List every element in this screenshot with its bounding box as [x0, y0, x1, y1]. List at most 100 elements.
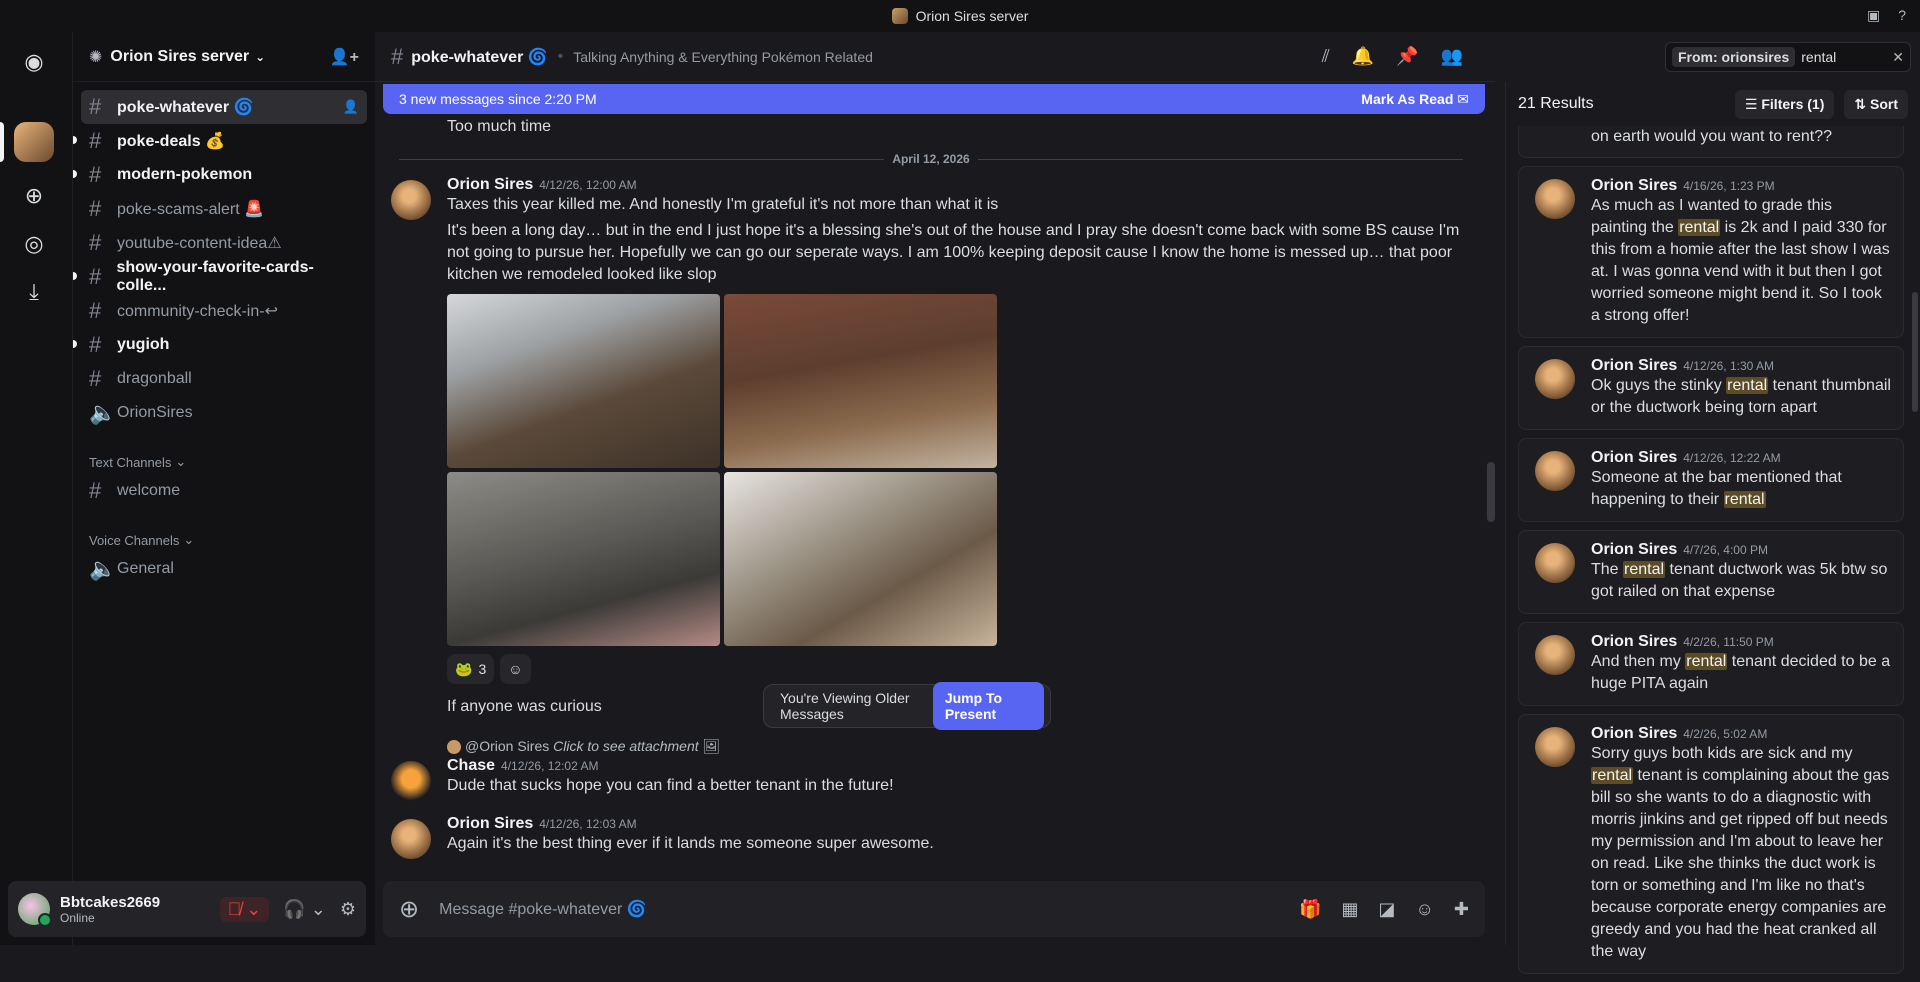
reply-reference[interactable]: @Orion Sires Click to see attachment 🖼: [447, 738, 1471, 755]
mute-mic-button[interactable]: 🎙̸ ⌄: [220, 897, 270, 922]
message-timestamp: 4/12/26, 12:02 AM: [501, 759, 598, 773]
avatar[interactable]: [391, 819, 431, 859]
add-reaction-button[interactable]: ☺: [500, 654, 530, 684]
result-text: Sorry guys both kids are sick and my ren…: [1591, 743, 1891, 963]
gift-icon[interactable]: 🎁: [1299, 899, 1321, 920]
channel-modern-pokemon[interactable]: #modern-pokemon: [81, 158, 367, 192]
add-member-icon[interactable]: 👤: [343, 99, 359, 115]
result-partial[interactable]: on earth would you want to rent??: [1518, 126, 1904, 158]
photo-boxes-room[interactable]: [724, 472, 997, 646]
channel-poke-deals[interactable]: #poke-deals 💰: [81, 124, 367, 158]
headphones-button[interactable]: 🎧 ⌄: [283, 899, 326, 920]
channel-dragonball[interactable]: #dragonball: [81, 362, 367, 396]
channel-poke-scams-alert[interactable]: #poke-scams-alert 🚨: [81, 192, 367, 226]
older-messages-pill: You're Viewing Older Messages Jump To Pr…: [763, 684, 1051, 728]
mark-as-read-button[interactable]: Mark As Read ✉: [1361, 91, 1469, 108]
channel-general-voice[interactable]: 🔈General: [81, 552, 367, 586]
hash-icon: #: [89, 366, 117, 392]
avatar: [1535, 635, 1575, 675]
reactions: 🐸3 ☺: [447, 654, 1471, 684]
server-orion-sires-icon[interactable]: [14, 122, 54, 162]
channel-poke-whatever[interactable]: #poke-whatever 🌀👤: [81, 90, 367, 124]
jump-to-present-button[interactable]: Jump To Present: [933, 682, 1044, 730]
server-icon: [892, 8, 908, 24]
server-header[interactable]: ✺ Orion Sires server ⌄ 👤+: [73, 32, 375, 82]
result-item[interactable]: Orion Sires4/16/26, 1:23 PM As much as I…: [1518, 166, 1904, 338]
smiley-icon: ☺: [508, 661, 522, 677]
results-scrollbar[interactable]: [1912, 292, 1918, 412]
message-author[interactable]: Orion Sires: [447, 815, 533, 832]
result-text: on earth would you want to rent??: [1591, 128, 1832, 145]
hash-icon: #: [89, 230, 117, 256]
gif-icon[interactable]: ▦: [1341, 899, 1358, 920]
server-rail: ◉ ⊕ ◎ ⤓: [0, 32, 72, 945]
photo-living-room[interactable]: [724, 294, 997, 468]
sort-button[interactable]: ⇅ Sort: [1844, 90, 1908, 119]
invite-icon[interactable]: 👤+: [330, 47, 359, 67]
inbox-icon[interactable]: ▣: [1867, 7, 1880, 24]
plus-icon[interactable]: ⊕: [399, 895, 419, 924]
discord-home-icon[interactable]: ◉: [14, 42, 54, 82]
download-icon[interactable]: ⤓: [14, 272, 54, 312]
result-item[interactable]: Orion Sires4/2/26, 11:50 PM And then my …: [1518, 622, 1904, 706]
search-query[interactable]: rental: [1801, 49, 1836, 65]
result-item[interactable]: Orion Sires4/12/26, 1:30 AM Ok guys the …: [1518, 346, 1904, 430]
result-author: Orion Sires: [1591, 449, 1677, 466]
channel-title: poke-whatever 🌀: [411, 47, 547, 67]
filters-button[interactable]: ☰ Filters (1): [1735, 90, 1834, 119]
photo-kitchen[interactable]: [447, 294, 720, 468]
results-header: 21 Results ☰ Filters (1) ⇅ Sort: [1506, 82, 1920, 126]
members-icon[interactable]: 👥: [1441, 46, 1463, 67]
sticker-icon[interactable]: ◪: [1379, 899, 1396, 920]
hash-icon: #: [89, 128, 117, 154]
pin-icon[interactable]: 📌: [1396, 46, 1418, 67]
channel-orionsires-voice[interactable]: 🔈OrionSires: [81, 396, 367, 430]
window-title: Orion Sires server: [916, 8, 1029, 24]
search-filter-chip[interactable]: From: orionsires: [1672, 47, 1795, 67]
chat-scrollbar[interactable]: [1487, 462, 1495, 522]
channel-community-check-in[interactable]: #community-check-in-↩: [81, 294, 367, 328]
help-icon[interactable]: ?: [1898, 7, 1906, 24]
emoji-icon[interactable]: ☺: [1416, 899, 1434, 920]
channel-yugioh[interactable]: #yugioh: [81, 328, 367, 362]
category-voice-channels[interactable]: Voice Channels⌄: [81, 524, 367, 552]
threads-icon[interactable]: ⫽: [1322, 46, 1330, 67]
channel-welcome[interactable]: #welcome: [81, 474, 367, 508]
channel-youtube-content-idea[interactable]: #youtube-content-idea⚠: [81, 226, 367, 260]
result-item[interactable]: Orion Sires4/2/26, 5:02 AM Sorry guys bo…: [1518, 714, 1904, 974]
search-input[interactable]: From: orionsires rental ✕: [1665, 42, 1911, 72]
username[interactable]: Bbtcakes2669: [60, 894, 160, 911]
bell-icon[interactable]: 🔔: [1352, 46, 1374, 67]
photo-room-debris[interactable]: [447, 472, 720, 646]
new-messages-bar[interactable]: 3 new messages since 2:20 PM Mark As Rea…: [383, 84, 1485, 114]
avatar: [1535, 179, 1575, 219]
avatar[interactable]: [391, 761, 431, 801]
channel-show-your-favorite-cards[interactable]: #show-your-favorite-cards-colle...: [81, 260, 367, 294]
channel-label: poke-scams-alert 🚨: [117, 199, 264, 219]
close-icon[interactable]: ✕: [1892, 49, 1904, 66]
avatar[interactable]: [391, 180, 431, 220]
hash-icon: #: [391, 44, 403, 70]
result-item[interactable]: Orion Sires4/7/26, 4:00 PM The rental te…: [1518, 530, 1904, 614]
selected-server-pill: [0, 122, 4, 162]
channel-label: yugioh: [117, 336, 169, 354]
apps-icon[interactable]: ✚: [1454, 899, 1469, 920]
message-author[interactable]: Chase: [447, 757, 495, 774]
date-separator: April 12, 2026: [391, 152, 1471, 166]
category-text-channels[interactable]: Text Channels⌄: [81, 446, 367, 474]
message-author[interactable]: Orion Sires: [447, 176, 533, 193]
settings-gear-icon[interactable]: ⚙: [340, 899, 356, 920]
message-composer[interactable]: ⊕ Message #poke-whatever 🌀 🎁 ▦ ◪ ☺ ✚: [383, 881, 1485, 937]
channel-topic[interactable]: Talking Anything & Everything Pokémon Re…: [573, 49, 873, 65]
discover-icon[interactable]: ◎: [14, 224, 54, 264]
result-text: Ok guys the stinky rental tenant thumbna…: [1591, 375, 1891, 419]
titlebar-actions: ▣ ?: [1867, 7, 1906, 24]
reaction-count: 3: [478, 661, 486, 677]
result-timestamp: 4/12/26, 12:22 AM: [1683, 451, 1780, 465]
result-item[interactable]: Orion Sires4/12/26, 12:22 AM Someone at …: [1518, 438, 1904, 522]
reaction-pill[interactable]: 🐸3: [447, 654, 494, 684]
add-server-icon[interactable]: ⊕: [14, 176, 54, 216]
result-timestamp: 4/16/26, 1:23 PM: [1683, 179, 1774, 193]
avatar[interactable]: [18, 893, 50, 925]
message-input[interactable]: Message #poke-whatever 🌀: [439, 899, 647, 919]
